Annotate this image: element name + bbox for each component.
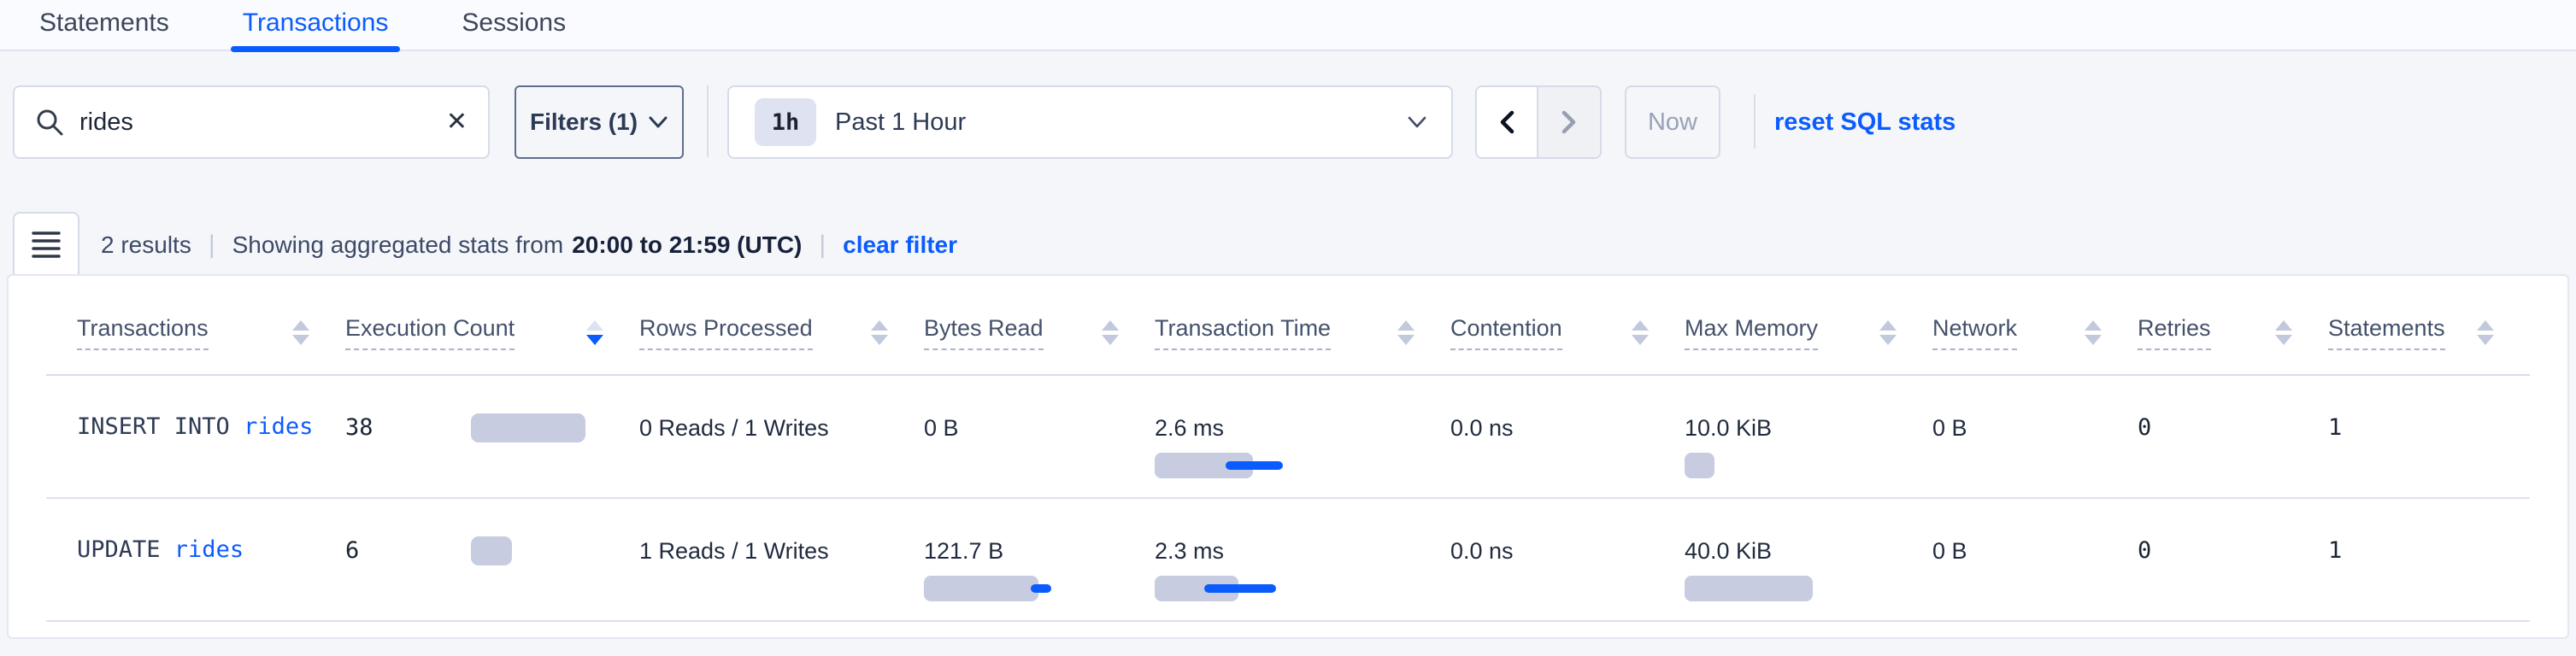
bytes-read-bar — [924, 576, 1155, 601]
results-count: 2 results — [101, 231, 191, 259]
column-header-network[interactable]: Network — [1932, 315, 2017, 350]
execution-count-value: 38 — [345, 413, 441, 442]
sort-toggle[interactable] — [2085, 320, 2102, 345]
chevron-down-icon — [648, 115, 668, 129]
max-memory-value: 40.0 KiB — [1685, 536, 1932, 565]
column-header-max-memory[interactable]: Max Memory — [1685, 315, 1818, 350]
statements-value: 1 — [2328, 537, 2342, 564]
now-button[interactable]: Now — [1625, 85, 1720, 159]
stddev-line — [1031, 584, 1051, 593]
filters-button[interactable]: Filters (1) — [515, 85, 684, 159]
next-time-window-button[interactable] — [1538, 87, 1600, 157]
sort-toggle-active[interactable] — [586, 320, 603, 345]
column-header-execution-count[interactable]: Execution Count — [345, 315, 515, 350]
max-memory-bar — [1685, 453, 1932, 478]
time-range-badge: 1h — [755, 98, 816, 146]
statements-value: 1 — [2328, 414, 2342, 441]
contention-value: 0.0 ns — [1450, 536, 1685, 565]
column-header-contention[interactable]: Contention — [1450, 315, 1562, 350]
sort-toggle[interactable] — [1397, 320, 1414, 345]
tab-label: Transactions — [243, 9, 389, 37]
execution-count-bar — [471, 536, 512, 565]
transaction-link[interactable]: rides — [174, 536, 244, 563]
sort-toggle[interactable] — [1102, 320, 1119, 345]
tab-transactions[interactable]: Transactions — [232, 0, 399, 50]
divider — [707, 85, 709, 157]
column-header-transactions[interactable]: Transactions — [77, 315, 209, 350]
column-header-statements[interactable]: Statements — [2328, 315, 2445, 350]
sort-toggle[interactable] — [2477, 320, 2494, 345]
column-selector-button[interactable] — [13, 212, 79, 278]
chevron-left-icon — [1497, 108, 1517, 136]
transaction-fingerprint: INSERT INTO — [77, 413, 244, 440]
tab-sessions[interactable]: Sessions — [451, 0, 576, 50]
rows-processed-value: 0 Reads / 1 Writes — [639, 413, 924, 442]
tab-statements[interactable]: Statements — [29, 0, 179, 50]
table-header-row: Transactions Execution Count Rows Proces… — [46, 276, 2530, 375]
chevron-down-icon — [1407, 115, 1427, 129]
tab-bar: Statements Transactions Sessions — [0, 0, 2576, 51]
execution-count-bar — [471, 413, 585, 442]
results-summary: 2 results | Showing aggregated stats fro… — [101, 212, 957, 278]
transaction-time-bar — [1155, 576, 1450, 601]
time-range-selector[interactable]: 1h Past 1 Hour — [727, 85, 1453, 159]
column-header-retries[interactable]: Retries — [2138, 315, 2211, 350]
bytes-read-value: 121.7 B — [924, 536, 1155, 565]
transaction-time-value: 2.3 ms — [1155, 536, 1450, 565]
network-value: 0 B — [1932, 413, 2138, 442]
transactions-table: Transactions Execution Count Rows Proces… — [46, 276, 2530, 622]
time-range-label: Past 1 Hour — [835, 108, 966, 137]
divider — [1754, 94, 1756, 149]
transactions-table-card: Transactions Execution Count Rows Proces… — [7, 274, 2569, 639]
sort-toggle[interactable] — [2275, 320, 2292, 345]
clear-search-icon[interactable]: ✕ — [446, 109, 468, 135]
prev-time-window-button[interactable] — [1477, 87, 1538, 157]
stats-time-range: 20:00 to 21:59 (UTC) — [572, 231, 802, 259]
tab-label: Sessions — [462, 9, 566, 37]
column-header-transaction-time[interactable]: Transaction Time — [1155, 315, 1331, 350]
filters-label: Filters (1) — [530, 108, 638, 136]
contention-value: 0.0 ns — [1450, 413, 1685, 442]
search-input[interactable] — [79, 108, 446, 137]
max-memory-bar — [1685, 576, 1932, 601]
list-menu-icon — [32, 230, 61, 261]
search-box[interactable]: ✕ — [13, 85, 490, 159]
tab-label: Statements — [39, 9, 169, 37]
time-window-nav — [1475, 85, 1602, 159]
sql-activity-page: Statements Transactions Sessions ✕ Filte… — [0, 0, 2576, 656]
sort-toggle[interactable] — [871, 320, 888, 345]
sort-toggle[interactable] — [292, 320, 309, 345]
reset-sql-stats-link[interactable]: reset SQL stats — [1774, 85, 1956, 159]
network-value: 0 B — [1932, 536, 2138, 565]
rows-processed-value: 1 Reads / 1 Writes — [639, 536, 924, 565]
separator: | — [209, 231, 215, 260]
transaction-link[interactable]: rides — [244, 413, 313, 440]
table-row: UPDATE rides 6 1 Reads / 1 Writes 121.7 … — [46, 498, 2530, 621]
stddev-line — [1226, 461, 1283, 470]
sort-toggle[interactable] — [1879, 320, 1897, 345]
column-header-bytes-read[interactable]: Bytes Read — [924, 315, 1044, 350]
retries-value: 0 — [2138, 537, 2151, 564]
column-header-rows-processed[interactable]: Rows Processed — [639, 315, 813, 350]
max-memory-value: 10.0 KiB — [1685, 413, 1932, 442]
clear-filter-link[interactable]: clear filter — [843, 231, 957, 259]
sort-toggle[interactable] — [1632, 320, 1649, 345]
table-row: INSERT INTO rides 38 0 Reads / 1 Writes … — [46, 375, 2530, 498]
chevron-right-icon — [1559, 108, 1579, 136]
search-icon — [35, 108, 64, 137]
execution-count-value: 6 — [345, 536, 441, 565]
stddev-line — [1204, 584, 1276, 593]
bytes-read-value: 0 B — [924, 413, 1155, 442]
separator: | — [819, 231, 826, 260]
transaction-fingerprint: UPDATE — [77, 536, 174, 563]
retries-value: 0 — [2138, 414, 2151, 441]
transaction-time-value: 2.6 ms — [1155, 413, 1450, 442]
active-tab-indicator — [231, 46, 401, 52]
showing-stats-text: Showing aggregated stats from — [232, 231, 564, 259]
transaction-time-bar — [1155, 453, 1450, 478]
